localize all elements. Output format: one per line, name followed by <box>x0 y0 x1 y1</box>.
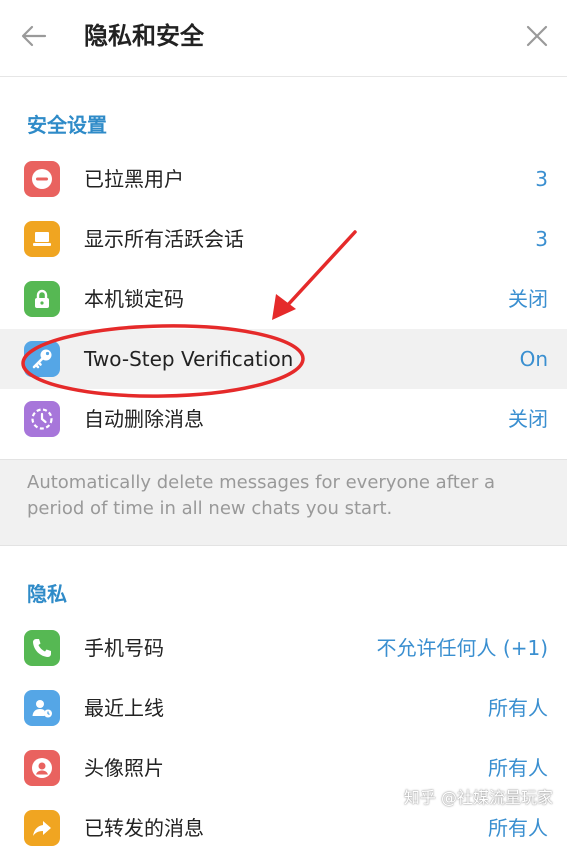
block-icon <box>24 161 60 197</box>
forwarded-messages-label: 已转发的消息 <box>84 816 204 840</box>
auto-delete-row[interactable]: 自动删除消息 关闭 <box>0 389 567 449</box>
blocked-users-count: 3 <box>535 167 548 191</box>
phone-number-label: 手机号码 <box>84 636 164 660</box>
auto-delete-info-box: Automatically delete messages for everyo… <box>0 459 567 546</box>
active-sessions-row[interactable]: 显示所有活跃会话 3 <box>0 209 567 269</box>
close-icon <box>526 25 548 47</box>
active-sessions-count: 3 <box>535 227 548 251</box>
blocked-users-label: 已拉黑用户 <box>84 167 184 191</box>
two-step-verification-status: On <box>519 347 548 371</box>
watermark: 知乎 @社媒流量玩家 <box>403 788 553 807</box>
passcode-lock-status: 关闭 <box>508 287 548 311</box>
page-title: 隐私和安全 <box>84 22 204 50</box>
passcode-lock-row[interactable]: 本机锁定码 关闭 <box>0 269 567 329</box>
active-sessions-label: 显示所有活跃会话 <box>84 227 244 251</box>
laptop-icon <box>24 221 60 257</box>
lock-icon <box>24 281 60 317</box>
phone-icon <box>24 630 60 666</box>
last-seen-setting: 所有人 <box>488 696 548 720</box>
auto-delete-info-text: Automatically delete messages for everyo… <box>27 472 496 519</box>
key-icon <box>24 341 60 377</box>
auto-delete-label: 自动删除消息 <box>84 407 204 431</box>
privacy-section-title: 隐私 <box>27 582 67 606</box>
blocked-users-row[interactable]: 已拉黑用户 3 <box>0 149 567 209</box>
avatar-icon <box>24 750 60 786</box>
phone-number-setting: 不允许任何人 (+1) <box>376 636 548 660</box>
profile-photo-label: 头像照片 <box>84 756 164 780</box>
two-step-verification-row[interactable]: Two-Step Verification On <box>0 329 567 389</box>
auto-delete-status: 关闭 <box>508 407 548 431</box>
arrow-left-icon <box>21 25 47 47</box>
timer-icon <box>24 401 60 437</box>
phone-number-row[interactable]: 手机号码 不允许任何人 (+1) <box>0 618 567 678</box>
two-step-verification-label: Two-Step Verification <box>84 347 294 371</box>
passcode-lock-label: 本机锁定码 <box>84 287 184 311</box>
close-button[interactable] <box>517 18 557 54</box>
header: 隐私和安全 <box>0 0 567 77</box>
security-section-title: 安全设置 <box>27 113 107 137</box>
last-seen-label: 最近上线 <box>84 696 164 720</box>
last-seen-row[interactable]: 最近上线 所有人 <box>0 678 567 738</box>
back-button[interactable] <box>14 18 54 54</box>
user-clock-icon <box>24 690 60 726</box>
forward-icon <box>24 810 60 846</box>
